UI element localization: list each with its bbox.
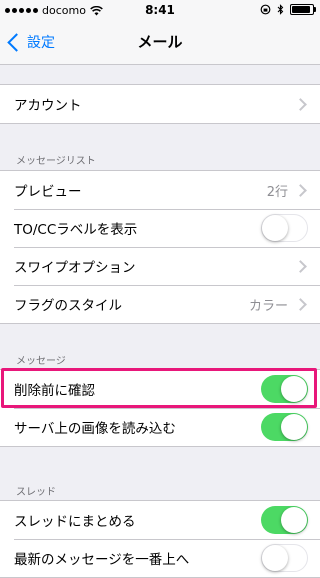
row-label: TO/CCラベルを表示: [14, 222, 138, 238]
toggle-knob: [281, 376, 307, 402]
threads-group: スレッドにまとめる 最新のメッセージを一番上へ: [0, 500, 320, 578]
load-remote-images-toggle[interactable]: [261, 413, 308, 441]
battery-level-fill: [292, 6, 310, 13]
settings-row-load-remote-images: サーバ上の画像を読み込む: [0, 408, 320, 446]
row-label: サーバ上の画像を読み込む: [14, 421, 176, 437]
toggle-knob: [262, 545, 288, 571]
toggle-knob: [262, 215, 288, 241]
chevron-right-icon: [294, 97, 307, 111]
bluetooth-icon: [277, 4, 284, 15]
page-title: メール: [137, 33, 183, 51]
row-label: 削除前に確認: [14, 383, 95, 399]
rotation-lock-icon: [260, 4, 271, 15]
navigation-bar: 設定 メール: [0, 20, 320, 65]
section-header-threads: スレッド: [16, 487, 56, 498]
row-label: スレッドにまとめる: [14, 514, 136, 530]
row-label: 最新のメッセージを一番上へ: [14, 552, 190, 568]
row-label: スワイプオプション: [14, 260, 136, 276]
settings-row-preview[interactable]: プレビュー 2行: [0, 171, 320, 209]
toggle-knob: [281, 414, 307, 440]
settings-row-swipe-options[interactable]: スワイプオプション: [0, 247, 320, 285]
messages-group: 削除前に確認 サーバ上の画像を読み込む: [0, 369, 320, 447]
ask-before-deleting-toggle[interactable]: [261, 375, 308, 403]
row-value: カラー: [248, 298, 288, 314]
section-header-messages: メッセージ: [16, 356, 66, 367]
row-value: 2行: [266, 184, 288, 200]
section-header-message-list: メッセージリスト: [16, 156, 96, 167]
message-list-group: プレビュー 2行 TO/CCラベルを表示 スワイプオプション フラグのスタイル …: [0, 170, 320, 324]
battery-icon: [290, 4, 316, 15]
account-group: アカウント: [0, 84, 320, 124]
settings-row-to-cc-label: TO/CCラベルを表示: [0, 209, 320, 247]
row-label: アカウント: [14, 98, 82, 114]
chevron-right-icon: [294, 297, 307, 311]
to-cc-label-toggle[interactable]: [261, 214, 308, 242]
chevron-right-icon: [294, 259, 307, 273]
status-right: [260, 4, 316, 15]
settings-row-account[interactable]: アカウント: [0, 85, 320, 123]
settings-row-flag-style[interactable]: フラグのスタイル カラー: [0, 285, 320, 323]
row-label: フラグのスタイル: [14, 298, 122, 314]
toggle-knob: [281, 507, 307, 533]
chevron-right-icon: [294, 183, 307, 197]
status-bar: docomo 8:41: [0, 0, 320, 20]
settings-row-ask-before-deleting: 削除前に確認: [0, 370, 320, 408]
organize-by-thread-toggle[interactable]: [261, 506, 308, 534]
settings-row-most-recent-on-top: 最新のメッセージを一番上へ: [0, 539, 320, 577]
most-recent-on-top-toggle[interactable]: [261, 544, 308, 572]
settings-row-organize-by-thread: スレッドにまとめる: [0, 501, 320, 539]
row-label: プレビュー: [14, 184, 82, 200]
